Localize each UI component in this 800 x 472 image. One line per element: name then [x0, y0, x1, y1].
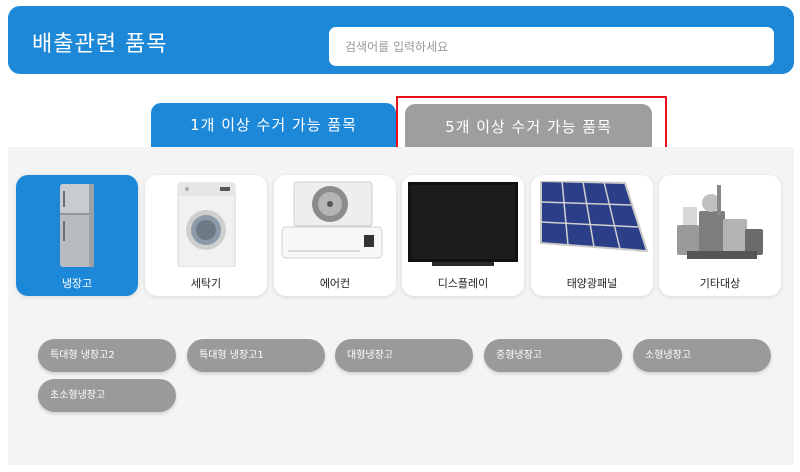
category-label: 세탁기 [190, 277, 222, 290]
header-bar: 배출관련 품목 [8, 6, 794, 74]
display-icon [408, 182, 518, 266]
solar-panel-icon [540, 181, 649, 253]
tab-one-or-more[interactable]: 1개 이상 수거 가능 품목 [151, 103, 396, 147]
page-title: 배출관련 품목 [32, 32, 168, 57]
category-label: 태양광패널 [566, 277, 618, 290]
category-card-solar-panel[interactable]: 태양광패널 [531, 175, 653, 296]
category-card-washing-machine[interactable]: 세탁기 [145, 175, 267, 296]
subitem-chip[interactable]: 소형냉장고 [633, 339, 771, 372]
category-card-refrigerator[interactable]: 냉장고 [16, 175, 138, 296]
air-conditioner-icon [281, 181, 383, 259]
subitem-chip[interactable]: 특대형 냉장고1 [187, 339, 325, 372]
search-input[interactable] [329, 27, 774, 66]
refrigerator-icon [60, 184, 94, 267]
category-card-air-conditioner[interactable]: 에어컨 [274, 175, 396, 296]
category-card-misc[interactable]: 기타대상 [659, 175, 781, 296]
category-label: 기타대상 [699, 277, 741, 290]
washing-machine-icon [177, 182, 236, 267]
category-label: 디스플레이 [437, 277, 489, 290]
misc-appliances-icon [677, 185, 763, 259]
subitem-chip[interactable]: 초소형냉장고 [38, 379, 176, 412]
subitem-chip[interactable]: 특대형 냉장고2 [38, 339, 176, 372]
category-label: 냉장고 [61, 277, 93, 290]
category-label: 에어컨 [319, 277, 351, 290]
category-card-display[interactable]: 디스플레이 [402, 175, 524, 296]
subitem-chip[interactable]: 대형냉장고 [335, 339, 473, 372]
subitem-chip[interactable]: 중형냉장고 [484, 339, 622, 372]
